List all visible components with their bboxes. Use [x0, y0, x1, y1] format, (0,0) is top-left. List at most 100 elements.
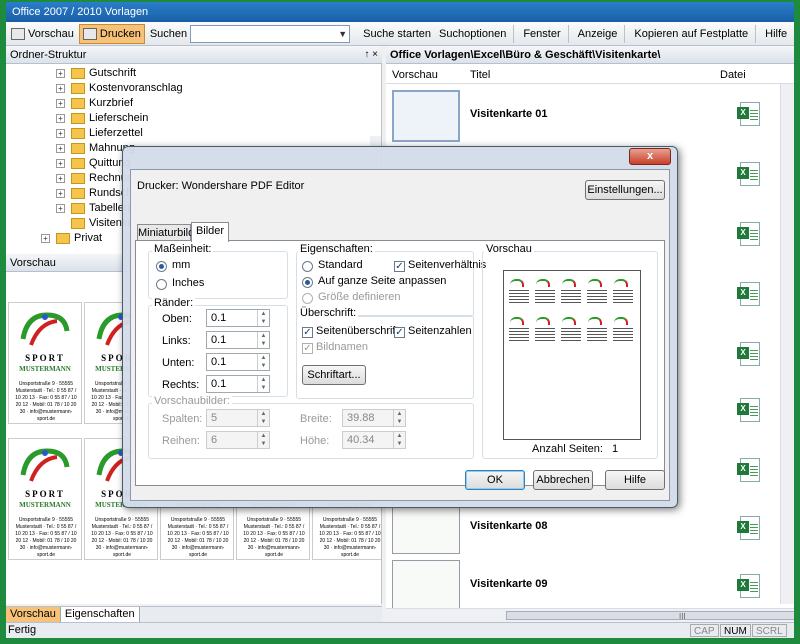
- margin-bottom-input[interactable]: 0.1 ▲ ▼: [206, 353, 270, 371]
- tree-item-lieferschein[interactable]: + Lieferschein: [56, 111, 148, 126]
- rows-input[interactable]: 6 ▲ ▼: [206, 431, 270, 449]
- window-title: Office 2007 / 2010 Vorlagen: [6, 2, 794, 22]
- spin-arrows-icon[interactable]: ▲ ▼: [257, 376, 269, 392]
- page-numbers-checkbox[interactable]: ✓: [394, 327, 405, 338]
- search-options-button[interactable]: Suchoptionen: [436, 24, 509, 44]
- tree-item-kostenvoranschlag[interactable]: + Kostenvoranschlag: [56, 81, 183, 96]
- start-search-button[interactable]: Suche starten: [360, 24, 434, 44]
- excel-file-icon[interactable]: X: [737, 342, 760, 366]
- settings-button[interactable]: Einstellungen...: [585, 180, 665, 200]
- card-brand-2: MUSTERMANN: [19, 365, 71, 373]
- expand-icon[interactable]: +: [41, 233, 50, 243]
- mini-card: [586, 277, 608, 307]
- tree-item-privat[interactable]: + Privat: [41, 231, 102, 246]
- spin-arrows-icon[interactable]: ▲ ▼: [257, 354, 269, 370]
- expand-icon[interactable]: +: [56, 203, 65, 213]
- image-names-checkbox[interactable]: ✓: [302, 343, 313, 354]
- spin-arrows-icon[interactable]: ▲ ▼: [393, 432, 405, 448]
- copy-to-disk-button[interactable]: Kopieren auf Festplatte: [631, 24, 751, 44]
- margin-right-input[interactable]: 0.1 ▲ ▼: [206, 375, 270, 393]
- cancel-button[interactable]: Abbrechen: [533, 470, 593, 490]
- tree-item-label: Kurzbrief: [89, 97, 134, 109]
- excel-file-icon[interactable]: X: [737, 398, 760, 422]
- chevron-down-icon[interactable]: ▼: [338, 29, 347, 39]
- preview-button[interactable]: Vorschau: [8, 24, 77, 44]
- help-menu[interactable]: Hilfe: [762, 24, 790, 44]
- unit-inch-radio[interactable]: [156, 279, 167, 290]
- excel-file-icon[interactable]: X: [737, 162, 760, 186]
- excel-file-icon[interactable]: X: [737, 516, 760, 540]
- folder-icon: [71, 157, 85, 169]
- spin-arrows-icon[interactable]: ▲ ▼: [257, 310, 269, 326]
- excel-file-icon[interactable]: X: [737, 458, 760, 482]
- mini-card: [612, 277, 634, 307]
- tree-item-tabellen[interactable]: + Tabellen: [56, 201, 130, 216]
- template-thumbnail[interactable]: [392, 560, 460, 612]
- excel-file-icon[interactable]: X: [737, 574, 760, 598]
- fit-page-radio[interactable]: [302, 277, 313, 288]
- card-brand-2: MUSTERMANN: [19, 501, 71, 509]
- ok-button[interactable]: OK: [465, 470, 525, 490]
- tree-item-gutschrift[interactable]: + Gutschrift: [56, 66, 136, 81]
- template-thumbnail[interactable]: [392, 90, 460, 142]
- list-horizontal-scrollbar[interactable]: III: [386, 608, 794, 622]
- col-preview[interactable]: Vorschau: [392, 69, 438, 81]
- list-item[interactable]: Visitenkarte 08: [386, 500, 794, 558]
- spin-arrows-icon[interactable]: ▲ ▼: [257, 332, 269, 348]
- window-menu[interactable]: Fenster: [520, 24, 563, 44]
- expand-icon[interactable]: +: [56, 158, 65, 168]
- expand-icon[interactable]: +: [56, 188, 65, 198]
- col-title[interactable]: Titel: [470, 69, 490, 81]
- expand-icon[interactable]: +: [56, 173, 65, 183]
- unit-mm-radio[interactable]: [156, 261, 167, 272]
- height-input[interactable]: 40.34 ▲ ▼: [342, 431, 406, 449]
- tree-item-lieferzettel[interactable]: + Lieferzettel: [56, 126, 143, 141]
- toolbar-separator: [755, 24, 757, 43]
- dialog-close-button[interactable]: x: [629, 148, 671, 165]
- status-text: Fertig: [8, 624, 37, 636]
- expand-icon[interactable]: +: [56, 143, 65, 153]
- tree-item-label: Kostenvoranschlag: [89, 82, 183, 94]
- excel-file-icon[interactable]: X: [737, 282, 760, 306]
- define-size-radio[interactable]: [302, 293, 313, 304]
- mini-card: [560, 315, 582, 345]
- expand-icon[interactable]: +: [56, 83, 65, 93]
- view-menu[interactable]: Anzeige: [575, 24, 621, 44]
- excel-file-icon[interactable]: X: [737, 102, 760, 126]
- search-input[interactable]: ▼: [190, 24, 351, 43]
- unit-group-title: Maßeinheit:: [152, 243, 214, 255]
- expand-icon[interactable]: +: [56, 128, 65, 138]
- expand-icon[interactable]: +: [56, 113, 65, 123]
- tree-item-quittung[interactable]: + Quittung: [56, 156, 131, 171]
- font-button[interactable]: Schriftart...: [302, 365, 366, 385]
- tab-preview[interactable]: Vorschau: [6, 607, 61, 622]
- tree-item-kurzbrief[interactable]: + Kurzbrief: [56, 96, 133, 111]
- aspect-checkbox[interactable]: ✓: [394, 261, 405, 272]
- folder-icon: [71, 142, 85, 154]
- tab-bilder[interactable]: Bilder: [191, 222, 229, 242]
- list-vertical-scrollbar[interactable]: [780, 84, 794, 604]
- columns-input[interactable]: 5 ▲ ▼: [206, 409, 270, 427]
- tab-properties[interactable]: Eigenschaften: [60, 607, 140, 622]
- spin-arrows-icon[interactable]: ▲ ▼: [393, 410, 405, 426]
- template-thumbnail[interactable]: [392, 502, 460, 554]
- scrollbar-thumb[interactable]: III: [506, 611, 794, 621]
- page-preview-group: [482, 251, 658, 459]
- print-button[interactable]: Drucken: [78, 23, 145, 44]
- spin-arrows-icon[interactable]: ▲ ▼: [257, 410, 269, 426]
- expand-icon[interactable]: +: [56, 68, 65, 78]
- standard-radio[interactable]: [302, 261, 313, 272]
- page-count-label: Anzahl Seiten: 1: [532, 443, 618, 455]
- margin-left-input[interactable]: 0.1 ▲ ▼: [206, 331, 270, 349]
- excel-file-icon[interactable]: X: [737, 222, 760, 246]
- help-button[interactable]: Hilfe: [605, 470, 665, 490]
- col-file[interactable]: Datei: [720, 69, 746, 81]
- pin-close-controls[interactable]: ↑ ×: [364, 46, 378, 64]
- mini-card: [534, 315, 556, 345]
- width-input[interactable]: 39.88 ▲ ▼: [342, 409, 406, 427]
- expand-icon[interactable]: +: [56, 98, 65, 108]
- spin-arrows-icon[interactable]: ▲ ▼: [257, 432, 269, 448]
- list-item[interactable]: Visitenkarte 01: [386, 88, 794, 146]
- margin-top-input[interactable]: 0.1 ▲ ▼: [206, 309, 270, 327]
- page-heading-checkbox[interactable]: ✓: [302, 327, 313, 338]
